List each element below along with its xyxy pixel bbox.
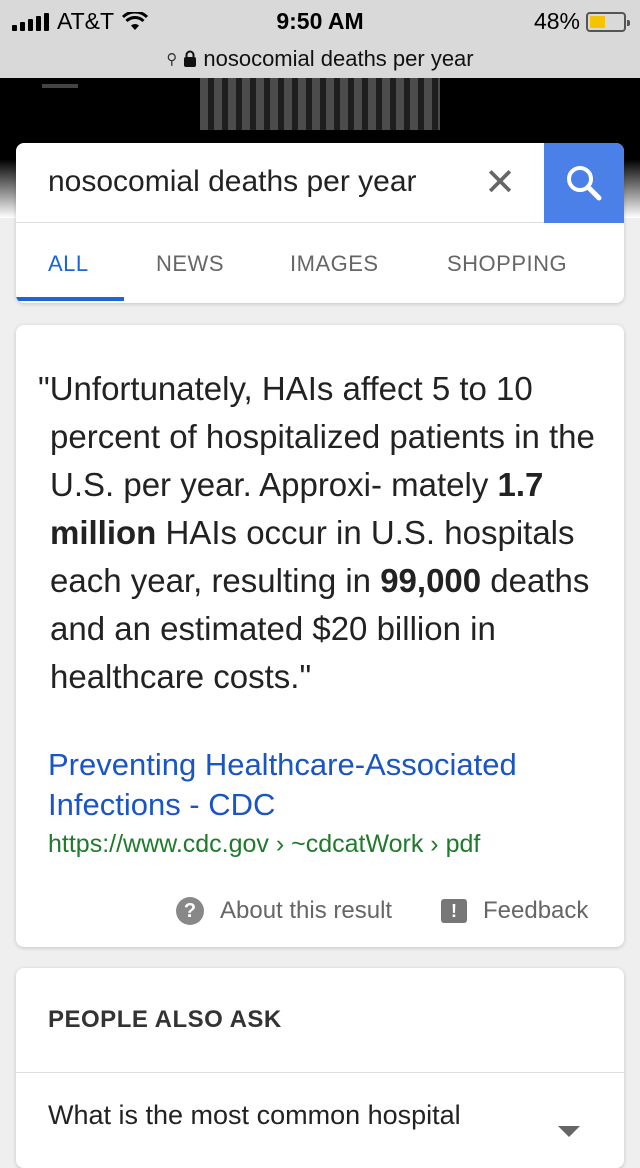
people-also-ask-card: PEOPLE ALSO ASK What is the most common … bbox=[16, 968, 624, 1168]
lock-icon bbox=[184, 50, 197, 67]
snippet-bold-stat: 99,000 bbox=[380, 562, 482, 599]
address-text: nosocomial deaths per year bbox=[203, 46, 474, 71]
search-card: nosocomial deaths per year ✕ ALL NEWS IM… bbox=[16, 143, 624, 303]
divider bbox=[16, 1072, 624, 1073]
clear-search-button[interactable]: ✕ bbox=[478, 161, 522, 205]
tab-shopping[interactable]: SHOPPING bbox=[447, 251, 567, 277]
search-input[interactable]: nosocomial deaths per year bbox=[48, 165, 417, 199]
search-icon bbox=[567, 166, 602, 201]
about-result-label: About this result bbox=[220, 897, 393, 924]
feedback-label: Feedback bbox=[483, 897, 589, 924]
search-row: nosocomial deaths per year ✕ bbox=[16, 143, 624, 223]
battery-percent: 48% bbox=[533, 8, 580, 34]
status-right: 48% bbox=[533, 8, 630, 35]
active-tab-indicator bbox=[16, 297, 124, 301]
about-result-button[interactable]: ? About this result bbox=[176, 897, 392, 925]
address-bar[interactable]: ⚲ nosocomial deaths per year bbox=[0, 40, 640, 78]
battery-fill bbox=[590, 15, 606, 28]
battery-icon bbox=[586, 11, 630, 32]
chevron-down-icon[interactable] bbox=[558, 1126, 580, 1137]
result-footer: ? About this result ! Feedback bbox=[16, 897, 624, 929]
result-title-link[interactable]: Preventing Healthcare-Associated Infecti… bbox=[48, 745, 588, 825]
help-icon: ? bbox=[176, 897, 204, 925]
tab-news[interactable]: NEWS bbox=[156, 251, 224, 277]
tab-images[interactable]: IMAGES bbox=[290, 251, 379, 277]
search-icon: ⚲ bbox=[166, 51, 178, 68]
menu-icon[interactable] bbox=[42, 84, 78, 88]
doodle-image[interactable] bbox=[200, 78, 440, 130]
snippet-quote: "Unfortunately, HAIs affect 5 to 10 perc… bbox=[38, 370, 595, 695]
status-bar: AT&T 9:50 AM 48% bbox=[0, 0, 640, 40]
search-tabs: ALL NEWS IMAGES SHOPPING bbox=[16, 223, 624, 303]
feedback-button[interactable]: ! Feedback bbox=[441, 897, 588, 925]
people-also-ask-title: PEOPLE ALSO ASK bbox=[48, 1006, 282, 1033]
feedback-icon: ! bbox=[441, 899, 467, 923]
featured-snippet-card: "Unfortunately, HAIs affect 5 to 10 perc… bbox=[16, 325, 624, 947]
search-button[interactable] bbox=[544, 143, 624, 223]
tab-all[interactable]: ALL bbox=[48, 251, 89, 277]
result-url[interactable]: https://www.cdc.gov › ~cdcatWork › pdf bbox=[48, 830, 480, 859]
question-item[interactable]: What is the most common hospital bbox=[48, 1100, 461, 1131]
